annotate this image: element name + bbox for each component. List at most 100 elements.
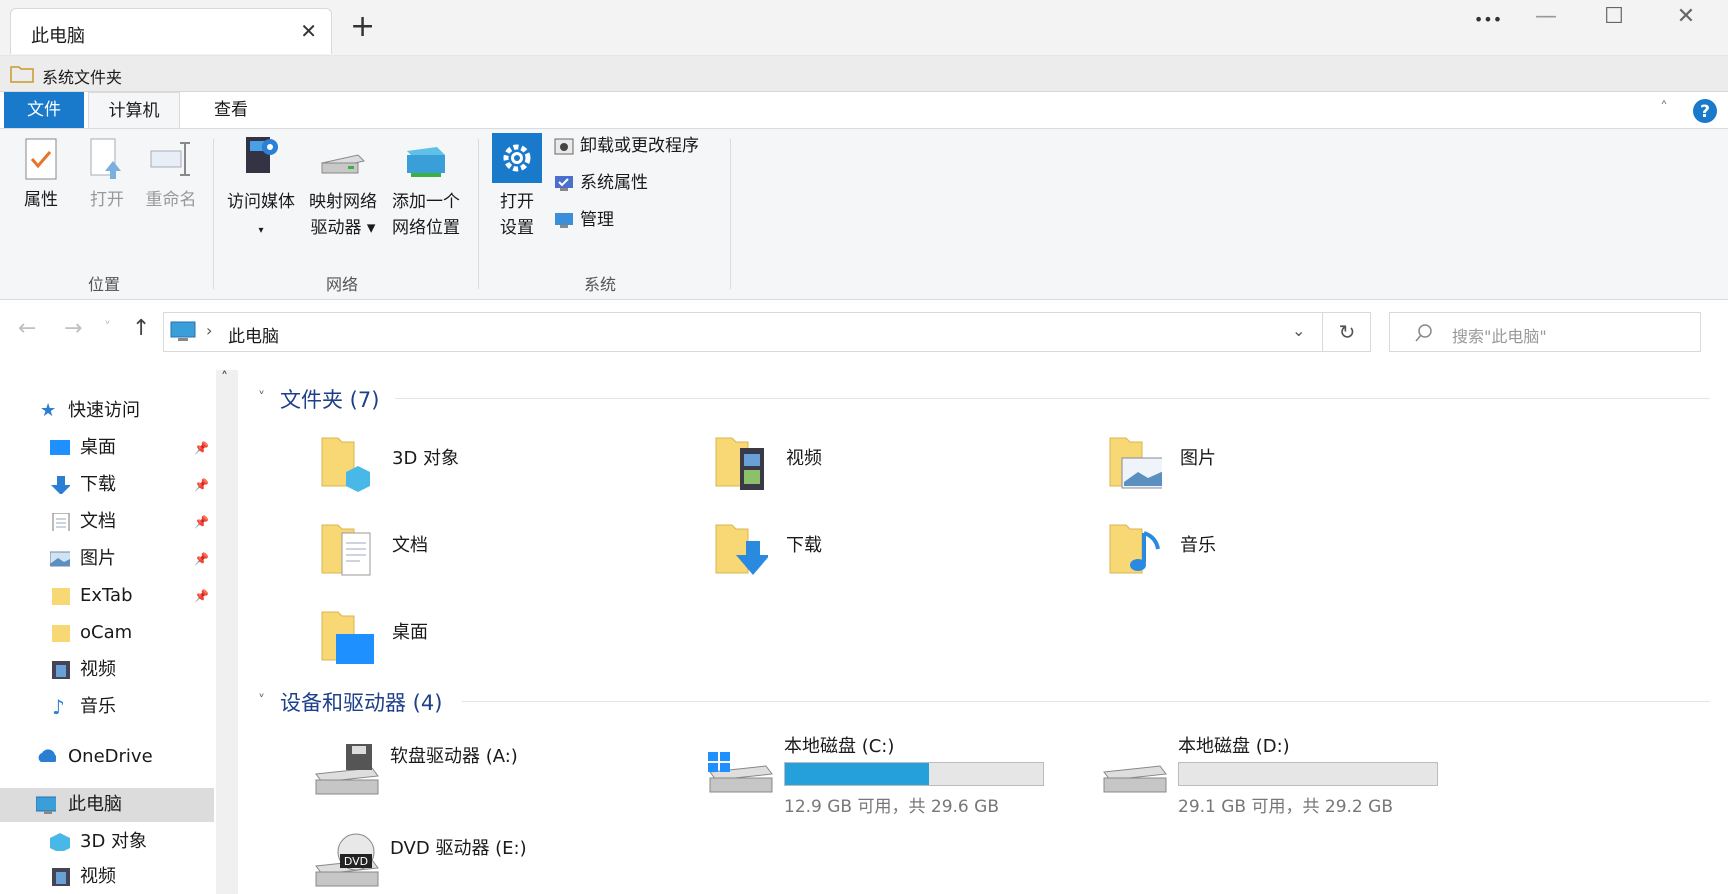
uninstall-programs-button[interactable]: 卸载或更改程序: [554, 131, 699, 161]
up-button[interactable]: ↑: [132, 316, 150, 341]
tab-file[interactable]: 文件: [4, 92, 84, 128]
manage-button[interactable]: 管理: [554, 205, 614, 235]
map-network-drive-button[interactable]: 映射网络 驱动器 ▾: [304, 141, 382, 241]
sidebar-item-3d-objects[interactable]: 3D 对象: [0, 825, 214, 859]
address-bar[interactable]: › 此电脑 ⌄: [163, 312, 1371, 352]
map-drive-label-1: 映射网络: [309, 192, 377, 212]
picture-icon: [50, 551, 70, 567]
pin-icon[interactable]: 📌: [194, 579, 209, 613]
access-media-button[interactable]: 访问媒体 ▾: [222, 133, 300, 244]
more-options-button[interactable]: •••: [1458, 10, 1518, 44]
drive-floppy-a[interactable]: 软盘驱动器 (A:): [312, 740, 702, 826]
sidebar-item-onedrive[interactable]: OneDrive: [0, 740, 214, 774]
drive-usage-bar: [784, 762, 1044, 786]
network-drive-icon: [321, 154, 365, 174]
folder-pictures[interactable]: 图片: [1108, 432, 1438, 508]
search-box[interactable]: 搜索"此电脑": [1389, 312, 1701, 352]
sidebar-item-label: 3D 对象: [80, 831, 148, 852]
help-icon[interactable]: ?: [1692, 98, 1718, 124]
navigation-scrollbar[interactable]: ˄: [216, 370, 238, 894]
this-pc-icon: [36, 796, 56, 814]
sidebar-item-label: OneDrive: [68, 746, 153, 767]
folder-desktop[interactable]: 桌面: [320, 606, 650, 682]
minimize-button[interactable]: —: [1516, 4, 1576, 38]
drive-size-text: 29.1 GB 可用，共 29.2 GB: [1178, 797, 1393, 817]
sidebar-item-pictures[interactable]: 图片 📌: [0, 542, 214, 576]
folder-3d-objects[interactable]: 3D 对象: [320, 432, 650, 508]
drive-dvd-e[interactable]: DVD DVD 驱动器 (E:): [312, 832, 702, 894]
add-network-location-button[interactable]: 添加一个 网络位置: [386, 141, 466, 241]
group-divider: [395, 398, 1710, 399]
access-media-dropdown-icon: ▾: [258, 225, 264, 236]
drive-label: 软盘驱动器 (A:): [390, 746, 518, 767]
scroll-up-icon[interactable]: ˄: [221, 370, 228, 386]
new-tab-button[interactable]: +: [350, 12, 375, 42]
cube-icon: [50, 833, 70, 851]
open-icon: [90, 138, 121, 179]
search-placeholder: 搜索"此电脑": [1452, 327, 1547, 346]
system-properties-button[interactable]: 系统属性: [554, 168, 648, 198]
drive-local-c[interactable]: 本地磁盘 (C:) 12.9 GB 可用，共 29.6 GB: [706, 730, 1096, 817]
folder-documents[interactable]: 文档: [320, 519, 650, 595]
sidebar-item-music[interactable]: ♪ 音乐: [0, 690, 214, 724]
ribbon: 属性 打开 重命名 位置 访问媒体 ▾ 映射网络 驱动器 ▾ 添加一个 网络位置…: [0, 128, 1728, 300]
download-arrow-icon: [51, 476, 70, 494]
sidebar-item-videos[interactable]: 视频: [0, 653, 214, 687]
address-dropdown-icon[interactable]: ⌄: [1292, 321, 1305, 340]
tab-view[interactable]: 查看: [192, 92, 270, 128]
sidebar-item-this-pc[interactable]: 此电脑: [0, 788, 214, 822]
folder-videos[interactable]: 视频: [714, 432, 1044, 508]
sidebar-item-label: 桌面: [80, 437, 116, 458]
navigation-bar: ← → ˅ ↑ › 此电脑 ⌄ ↻ 搜索"此电脑": [0, 300, 1728, 360]
sidebar-item-desktop[interactable]: 桌面 📌: [0, 431, 214, 465]
sidebar-item-label: 快速访问: [68, 400, 140, 421]
system-properties-label: 系统属性: [580, 173, 648, 193]
collapse-devices-icon[interactable]: ˅: [258, 693, 265, 709]
pin-icon[interactable]: 📌: [194, 505, 209, 539]
pin-icon[interactable]: 📌: [194, 468, 209, 502]
sidebar-item-ocam[interactable]: oCam: [0, 616, 214, 650]
collapse-folders-icon[interactable]: ˅: [258, 390, 265, 406]
tab-close-icon[interactable]: ✕: [300, 19, 317, 43]
address-text: 此电脑: [228, 327, 279, 347]
pin-icon[interactable]: 📌: [194, 431, 209, 465]
sidebar-item-downloads[interactable]: 下载 📌: [0, 468, 214, 502]
search-icon: [1415, 324, 1432, 342]
windows-drive-icon: [708, 752, 773, 793]
folder-music[interactable]: 音乐: [1108, 519, 1438, 595]
music-folder-icon: [1109, 524, 1160, 574]
ribbon-tabs: 文件 计算机 查看 ˄ ?: [0, 92, 1728, 128]
drive-local-d[interactable]: 本地磁盘 (D:) 29.1 GB 可用，共 29.2 GB: [1100, 730, 1490, 817]
folder-icon: [52, 625, 70, 642]
devices-group-header[interactable]: 设备和驱动器 (4): [280, 687, 442, 717]
maximize-button[interactable]: ☐: [1584, 4, 1644, 38]
sidebar-item-quick-access[interactable]: ★ 快速访问: [0, 394, 214, 428]
uninstall-icon: [554, 138, 574, 155]
tab-this-pc[interactable]: 此电脑 ✕: [10, 8, 332, 54]
back-button[interactable]: ←: [18, 316, 36, 341]
drive-size-text: 12.9 GB 可用，共 29.6 GB: [784, 797, 999, 817]
folder-downloads[interactable]: 下载: [714, 519, 1044, 595]
svg-text:DVD: DVD: [344, 855, 368, 868]
sidebar-item-videos-2[interactable]: 视频: [0, 860, 214, 894]
refresh-button[interactable]: ↻: [1322, 312, 1371, 352]
rename-button[interactable]: 重命名: [140, 137, 202, 213]
sidebar-item-documents[interactable]: 文档 📌: [0, 505, 214, 539]
collapse-ribbon-icon[interactable]: ˄: [1660, 98, 1668, 117]
close-button[interactable]: ✕: [1656, 4, 1716, 38]
drive-label: DVD 驱动器 (E:): [390, 838, 527, 859]
open-button[interactable]: 打开: [82, 137, 132, 213]
sidebar-item-extab[interactable]: ExTab 📌: [0, 579, 214, 613]
pin-icon[interactable]: 📌: [194, 542, 209, 576]
open-settings-label-1: 打开: [500, 192, 534, 212]
drive-label: 本地磁盘 (C:): [784, 736, 895, 757]
folders-group-header[interactable]: 文件夹 (7): [280, 384, 379, 414]
drive-usage-bar: [1178, 762, 1438, 786]
open-settings-button[interactable]: 打开 设置: [488, 133, 546, 241]
properties-button[interactable]: 属性: [16, 137, 66, 213]
recent-locations-button[interactable]: ˅: [104, 320, 111, 336]
downloads-folder-icon: [715, 524, 768, 575]
tab-computer[interactable]: 计算机: [88, 92, 180, 128]
forward-button[interactable]: →: [64, 316, 82, 341]
settings-gear-icon: [492, 133, 542, 183]
